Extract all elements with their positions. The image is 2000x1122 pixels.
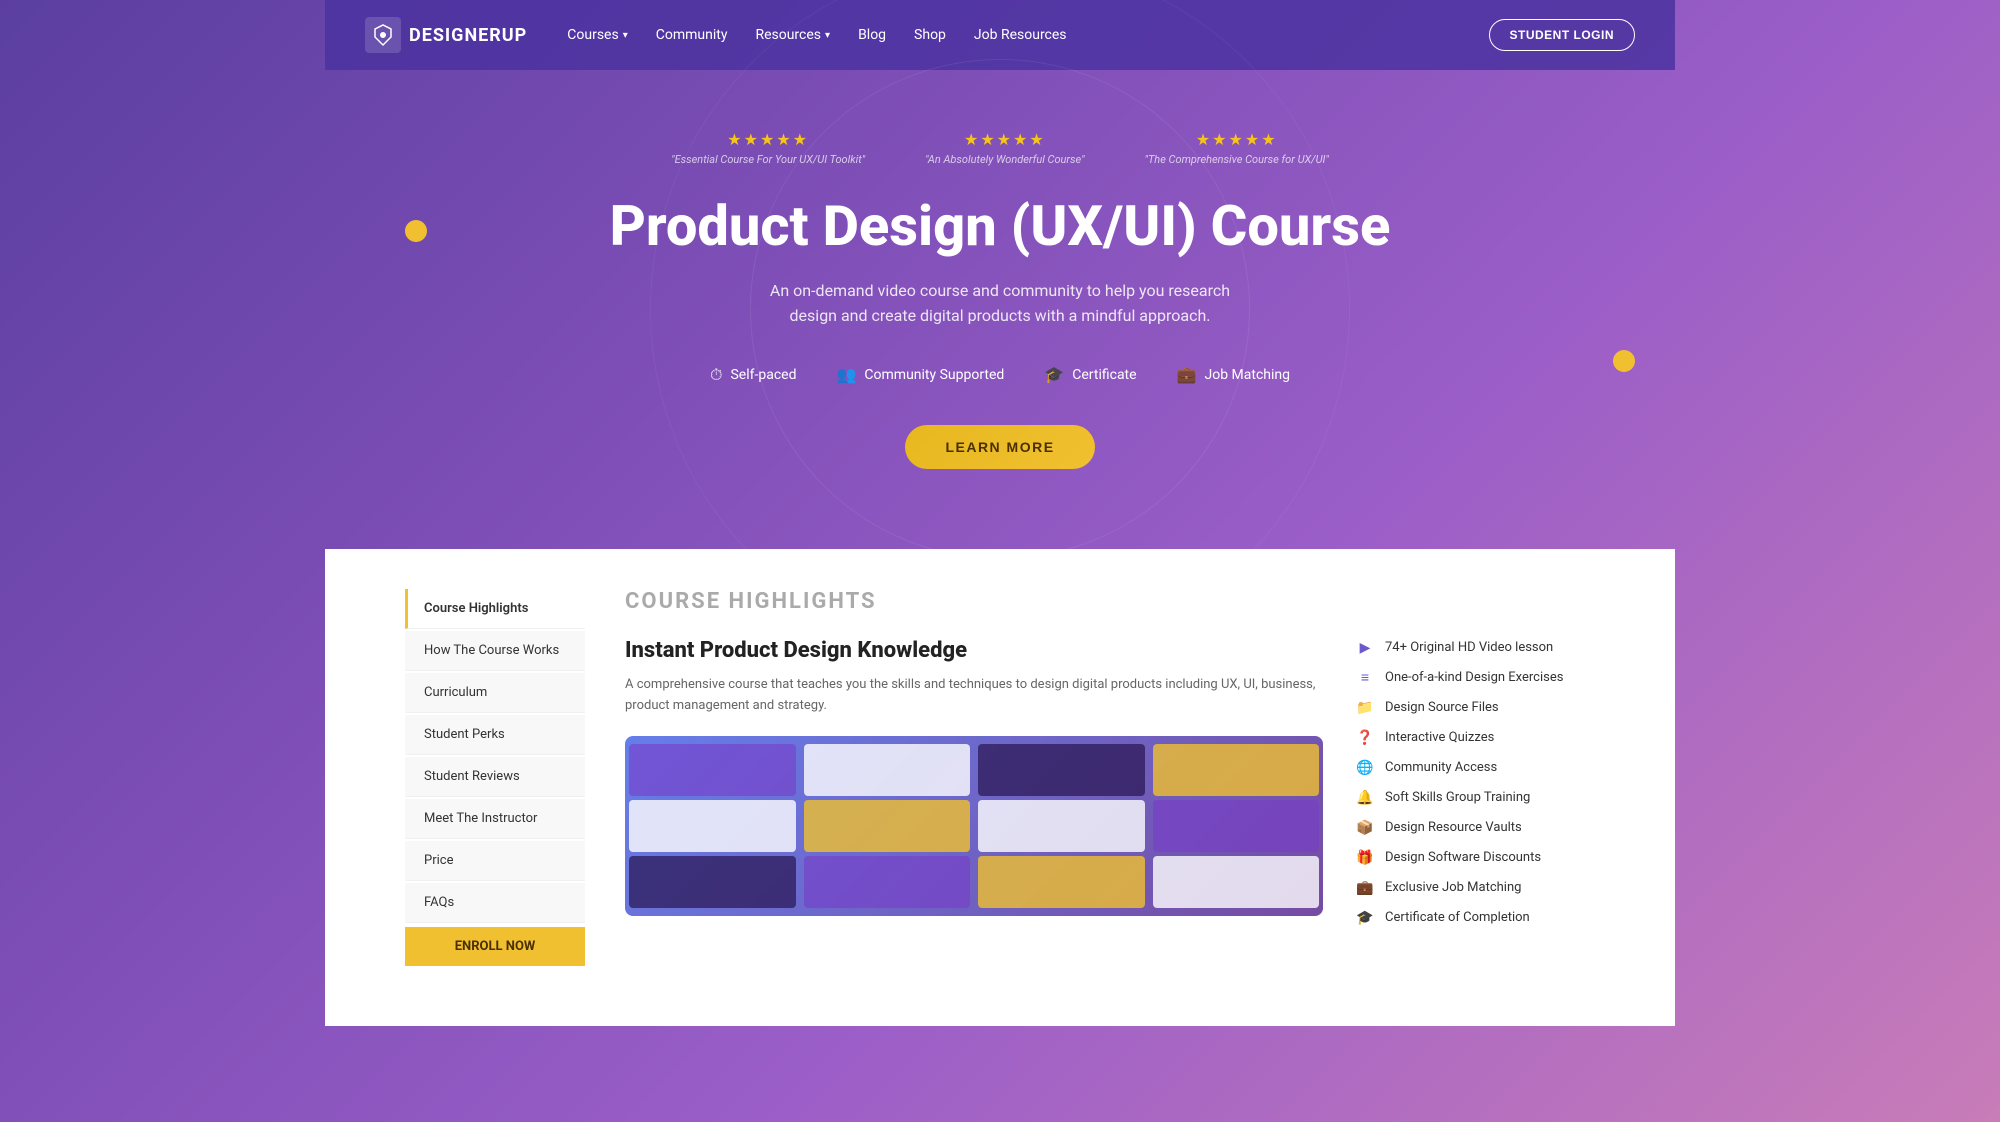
star-review-1: ★★★★★ "Essential Course For Your UX/UI T… [671,130,865,166]
feature-label-certificate: Certificate of Completion [1385,910,1530,925]
main-content: COURSE HIGHLIGHTS Instant Product Design… [625,589,1595,966]
feature-list: ▶ 74+ Original HD Video lesson ≡ One-of-… [1355,638,1595,928]
courses-chevron-icon: ▾ [623,30,628,41]
bell-icon: 🔔 [1355,788,1375,808]
nav-link-resources[interactable]: Resources ▾ [755,27,830,43]
certificate-icon: 🎓 [1044,365,1064,384]
gift-icon: 🎁 [1355,848,1375,868]
star-review-2: ★★★★★ "An Absolutely Wonderful Course" [925,130,1084,166]
briefcase-icon: 💼 [1355,878,1375,898]
learn-more-button[interactable]: LEARN MORE [905,425,1094,469]
feature-label-certificate: Certificate [1072,367,1136,383]
sidebar-item-faqs[interactable]: FAQs [405,883,585,923]
feature-label-design-exercises: One-of-a-kind Design Exercises [1385,670,1563,685]
graduation-icon: 🎓 [1355,908,1375,928]
feature-certificate: 🎓 Certificate [1044,365,1136,385]
hero-dot-left [405,220,427,242]
highlights-right: ▶ 74+ Original HD Video lesson ≡ One-of-… [1355,638,1595,928]
exercises-icon: ≡ [1355,668,1375,688]
highlights-grid: Instant Product Design Knowledge A compr… [625,638,1595,928]
folder-icon: 📁 [1355,698,1375,718]
feature-source-files: 📁 Design Source Files [1355,698,1595,718]
hero-dot-right [1613,350,1635,372]
sidebar-item-how-course-works[interactable]: How The Course Works [405,631,585,671]
sidebar-item-curriculum[interactable]: Curriculum [405,673,585,713]
hero-features: ⏱ Self-paced 👥 Community Supported 🎓 Cer… [365,365,1635,385]
hero-star-reviews: ★★★★★ "Essential Course For Your UX/UI T… [365,130,1635,166]
feature-label-community: Community Supported [864,367,1004,383]
nav-link-shop[interactable]: Shop [914,27,946,43]
enroll-now-button[interactable]: ENROLL NOW [405,927,585,966]
feature-job-matching: 💼 Exclusive Job Matching [1355,878,1595,898]
navbar: DESIGNERUP Courses ▾ Community Resources… [325,0,1675,70]
nav-logo-text: DESIGNERUP [409,25,527,46]
feature-job-matching: 💼 Job Matching [1177,365,1290,385]
quote-2: "An Absolutely Wonderful Course" [925,153,1084,166]
stars-2: ★★★★★ [964,130,1046,149]
feature-label-community-access: Community Access [1385,760,1497,775]
feature-group-training: 🔔 Soft Skills Group Training [1355,788,1595,808]
hero-title: Product Design (UX/UI) Course [365,196,1635,258]
nav-link-courses[interactable]: Courses ▾ [567,27,627,43]
feature-label-resource-vaults: Design Resource Vaults [1385,820,1522,835]
feature-label-quizzes: Interactive Quizzes [1385,730,1494,745]
feature-self-paced: ⏱ Self-paced [710,365,797,385]
star-review-3: ★★★★★ "The Comprehensive Course for UX/U… [1145,130,1329,166]
nav-link-job-resources[interactable]: Job Resources [974,27,1067,43]
sidebar: Course Highlights How The Course Works C… [405,589,585,966]
feature-label-hd-video: 74+ Original HD Video lesson [1385,640,1553,655]
feature-community-access: 🌐 Community Access [1355,758,1595,778]
logo-icon [365,17,401,53]
hero-subtitle: An on-demand video course and community … [760,278,1240,329]
resources-chevron-icon: ▾ [825,30,830,41]
stars-1: ★★★★★ [727,130,809,149]
feature-design-exercises: ≡ One-of-a-kind Design Exercises [1355,668,1595,688]
nav-link-community[interactable]: Community [656,27,728,43]
quote-3: "The Comprehensive Course for UX/UI" [1145,153,1329,166]
feature-label-group-training: Soft Skills Group Training [1385,790,1530,805]
feature-software-discounts: 🎁 Design Software Discounts [1355,848,1595,868]
sidebar-item-student-reviews[interactable]: Student Reviews [405,757,585,797]
page-wrapper: DESIGNERUP Courses ▾ Community Resources… [325,0,1675,1026]
globe-icon: 🌐 [1355,758,1375,778]
highlights-image [625,736,1323,916]
feature-community: 👥 Community Supported [837,365,1005,385]
feature-label-job-matching: Job Matching [1204,367,1290,383]
feature-label-self-paced: Self-paced [730,367,796,383]
quote-1: "Essential Course For Your UX/UI Toolkit… [671,153,865,166]
section-title: COURSE HIGHLIGHTS [625,589,1595,614]
sidebar-item-course-highlights[interactable]: Course Highlights [405,589,585,629]
feature-hd-video: ▶ 74+ Original HD Video lesson [1355,638,1595,658]
video-icon: ▶ [1355,638,1375,658]
student-login-button[interactable]: STUDENT LOGIN [1489,19,1636,51]
vault-icon: 📦 [1355,818,1375,838]
job-icon: 💼 [1177,365,1197,384]
nav-links: Courses ▾ Community Resources ▾ Blog Sho… [567,19,1635,51]
img-mockup [625,736,1323,916]
quiz-icon: ❓ [1355,728,1375,748]
feature-resource-vaults: 📦 Design Resource Vaults [1355,818,1595,838]
highlights-card-title: Instant Product Design Knowledge [625,638,1323,663]
highlights-card-desc: A comprehensive course that teaches you … [625,675,1323,717]
feature-label-job-matching: Exclusive Job Matching [1385,880,1521,895]
community-icon: 👥 [837,365,857,384]
hero-section: ★★★★★ "Essential Course For Your UX/UI T… [325,70,1675,549]
content-section: Course Highlights How The Course Works C… [325,549,1675,1026]
feature-label-source-files: Design Source Files [1385,700,1499,715]
nav-link-blog[interactable]: Blog [858,27,886,43]
sidebar-item-price[interactable]: Price [405,841,585,881]
feature-label-software-discounts: Design Software Discounts [1385,850,1541,865]
feature-certificate: 🎓 Certificate of Completion [1355,908,1595,928]
feature-quizzes: ❓ Interactive Quizzes [1355,728,1595,748]
stars-3: ★★★★★ [1196,130,1278,149]
sidebar-item-student-perks[interactable]: Student Perks [405,715,585,755]
sidebar-item-meet-instructor[interactable]: Meet The Instructor [405,799,585,839]
highlights-left: Instant Product Design Knowledge A compr… [625,638,1323,928]
nav-logo[interactable]: DESIGNERUP [365,17,527,53]
clock-icon: ⏱ [710,365,722,385]
